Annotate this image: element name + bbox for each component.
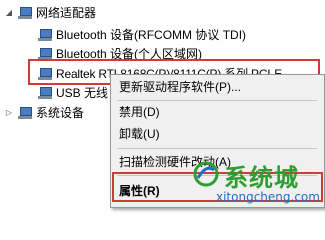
tree-category-system-devices[interactable]: 系统设备	[18, 104, 84, 122]
network-adapter-icon	[38, 86, 52, 100]
tree-item-usb-wireless[interactable]: USB 无线	[38, 84, 108, 102]
tree-category-label: 网络适配器	[36, 6, 97, 20]
collapse-toggle-icon[interactable]: ◢	[4, 8, 14, 18]
menu-item-disable[interactable]: 禁用(D)	[119, 102, 160, 122]
tree-item-label: Bluetooth 设备(RFCOMM 协议 TDI)	[56, 28, 247, 42]
tree-category-network-adapters[interactable]: 网络适配器	[18, 4, 96, 22]
watermark: 系统城 xitongcheng.com	[190, 150, 325, 208]
menu-separator	[117, 148, 317, 149]
tree-item-bluetooth-rfcomm[interactable]: Bluetooth 设备(RFCOMM 协议 TDI)	[38, 26, 246, 44]
watermark-url: xitongcheng.com	[216, 190, 320, 204]
tree-item-label: USB 无线	[56, 86, 109, 100]
menu-separator	[117, 100, 317, 101]
menu-item-update-driver[interactable]: 更新驱动程序软件(P)...	[119, 77, 241, 97]
system-device-icon	[18, 106, 32, 120]
expand-toggle-icon[interactable]: ▷	[4, 108, 14, 118]
network-adapter-icon	[38, 28, 52, 42]
watermark-brand: 系统城	[224, 164, 299, 192]
network-adapter-icon	[18, 6, 32, 20]
tree-category-label: 系统设备	[36, 106, 85, 120]
watermark-logo-icon	[193, 161, 219, 187]
menu-item-uninstall[interactable]: 卸载(U)	[119, 124, 160, 144]
